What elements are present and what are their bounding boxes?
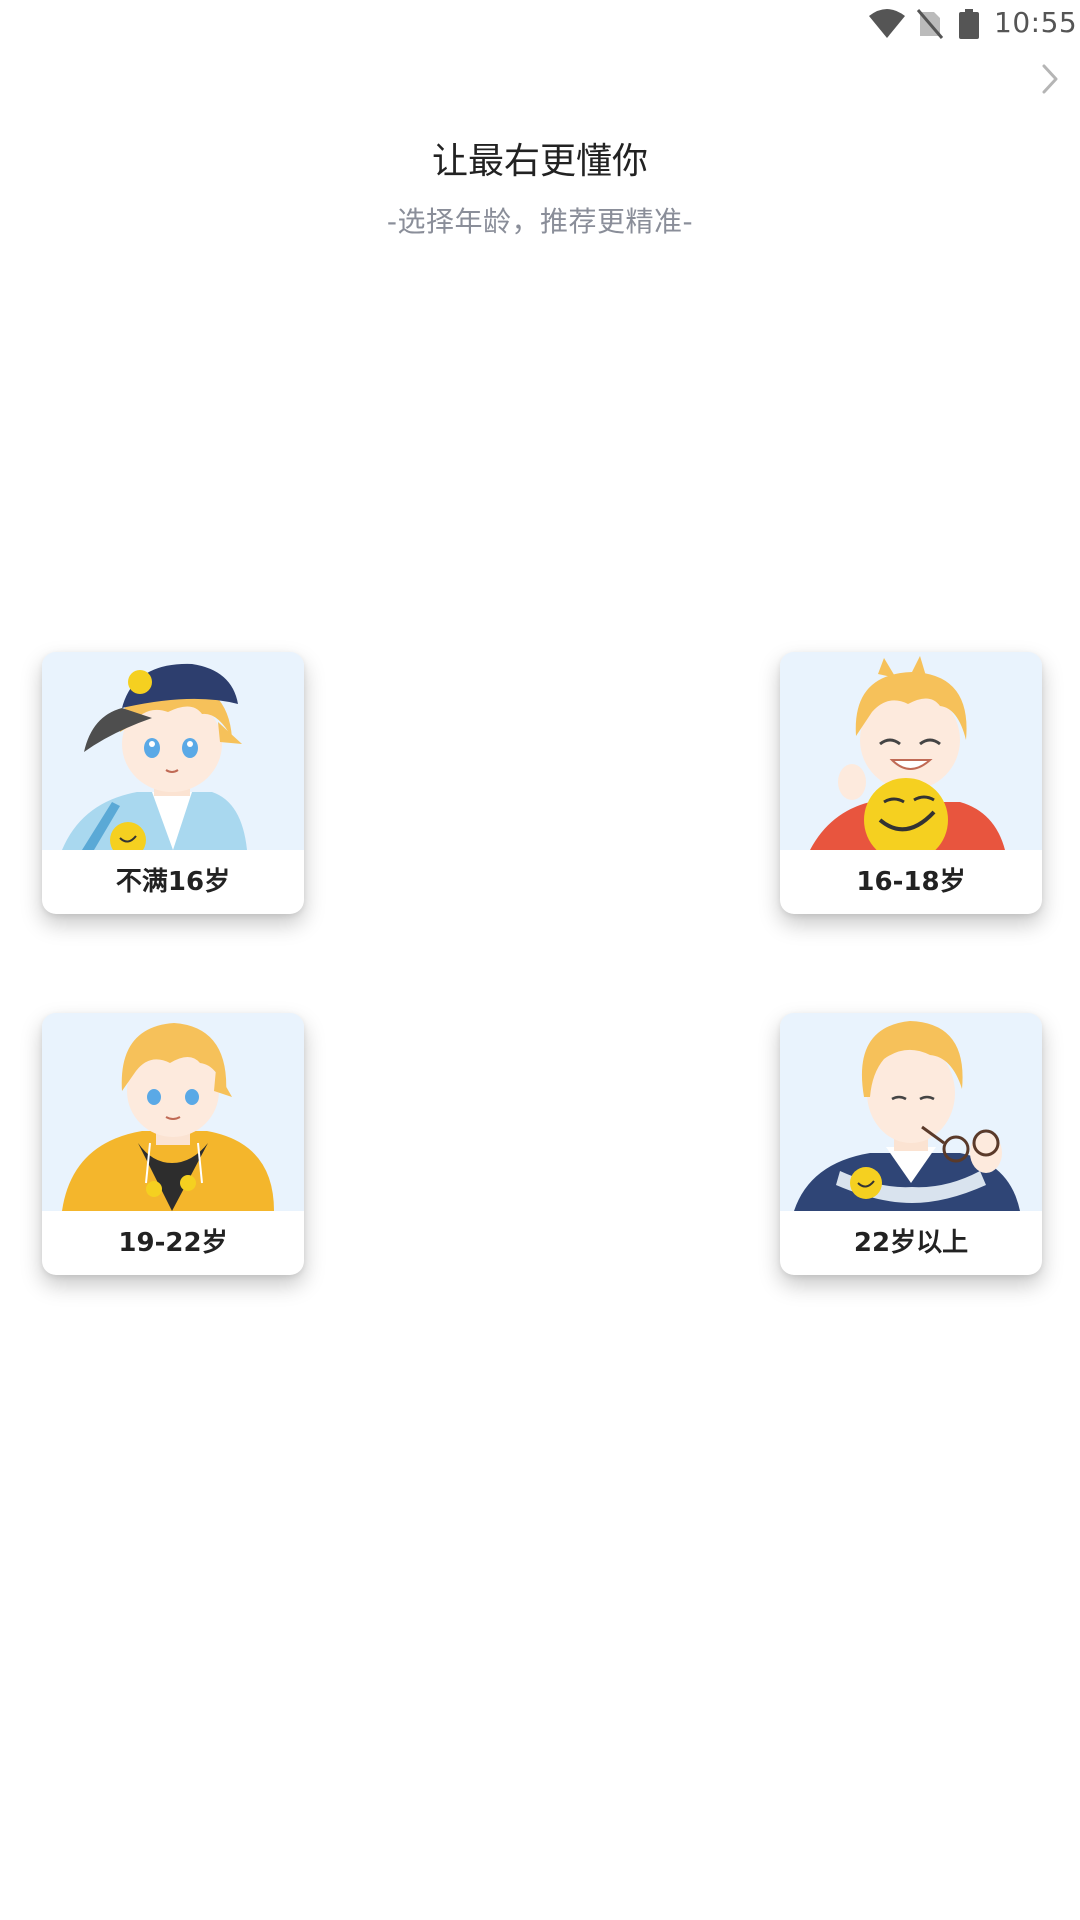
no-sim-icon	[916, 9, 944, 39]
age-option-label: 22岁以上	[853, 1228, 969, 1258]
status-bar: 10:55	[0, 0, 1080, 50]
age-option-over-22[interactable]: 22岁以上	[780, 1013, 1042, 1275]
man-with-glasses-avatar	[780, 1013, 1042, 1211]
age-option-under-16[interactable]: 不满16岁	[42, 652, 304, 914]
battery-icon	[959, 9, 979, 39]
page-subtitle: -选择年龄，推荐更精准-	[386, 205, 694, 238]
boy-with-cap-avatar	[42, 652, 304, 850]
status-time: 10:55	[994, 6, 1078, 39]
age-option-19-22[interactable]: 19-22岁	[42, 1013, 304, 1275]
wifi-icon	[869, 9, 905, 38]
age-option-label: 16-18岁	[856, 867, 966, 897]
chevron-right-icon[interactable]	[1036, 62, 1064, 96]
age-option-16-18[interactable]: 16-18岁	[780, 652, 1042, 914]
age-option-label: 19-22岁	[118, 1228, 228, 1258]
page-title: 让最右更懂你	[431, 141, 648, 182]
boy-in-yellow-hoodie-avatar	[42, 1013, 304, 1211]
smiling-boy-with-emoji-avatar	[780, 652, 1042, 850]
age-option-label: 不满16岁	[115, 867, 231, 897]
